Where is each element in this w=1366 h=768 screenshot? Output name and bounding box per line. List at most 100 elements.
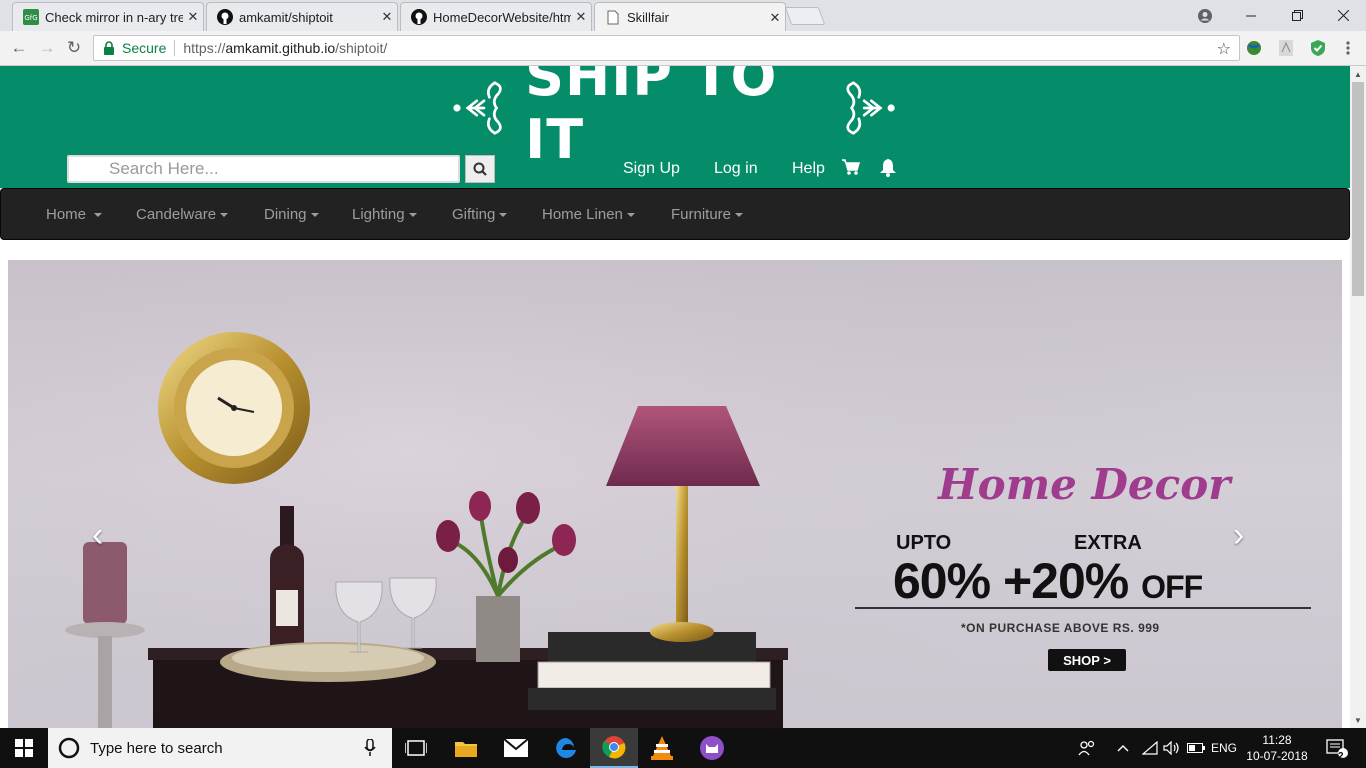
caret-down-icon bbox=[499, 213, 508, 218]
browser-tab-bar: GfG Check mirror in n-ary tree ✕ amkamit… bbox=[0, 0, 1366, 32]
signup-link[interactable]: Sign Up bbox=[623, 160, 680, 178]
windows-logo-icon bbox=[15, 739, 33, 757]
lock-icon bbox=[104, 41, 114, 55]
secure-label: Secure bbox=[122, 40, 167, 56]
nav-item-home[interactable]: Home bbox=[46, 206, 103, 223]
url-scheme: https:// bbox=[183, 40, 226, 56]
hero-carousel: Home Decor UPTO EXTRA 60% +20% OFF *ON P… bbox=[8, 260, 1342, 728]
taskbar-search[interactable]: Type here to search bbox=[48, 728, 392, 768]
menu-icon[interactable] bbox=[1339, 39, 1357, 57]
url-path: /shiptoit/ bbox=[335, 40, 388, 56]
close-icon[interactable]: ✕ bbox=[765, 10, 785, 26]
mail-icon[interactable] bbox=[492, 728, 540, 768]
tab-title: amkamit/shiptoit bbox=[239, 9, 333, 25]
url-host: amkamit.github.io bbox=[225, 40, 336, 56]
web-page: SHIP TO IT Search Here... Sign Up Log in… bbox=[0, 66, 1350, 728]
tab-0[interactable]: GfG Check mirror in n-ary tree ✕ bbox=[12, 2, 204, 31]
close-window-button[interactable] bbox=[1320, 0, 1366, 31]
login-link[interactable]: Log in bbox=[714, 160, 758, 178]
show-hidden-icons-icon[interactable] bbox=[1114, 728, 1132, 768]
clock-time: 11:28 bbox=[1262, 733, 1292, 747]
reload-button[interactable]: ↻ bbox=[63, 37, 85, 59]
tab-3[interactable]: Skillfair ✕ bbox=[594, 2, 786, 32]
nav-item-dining[interactable]: Dining bbox=[264, 206, 319, 223]
restore-button[interactable] bbox=[1274, 0, 1320, 31]
nav-item-furniture[interactable]: Furniture bbox=[671, 206, 744, 223]
tab-1[interactable]: amkamit/shiptoit ✕ bbox=[206, 2, 398, 31]
svg-text:GfG: GfG bbox=[24, 14, 37, 22]
nav-item-home-linen[interactable]: Home Linen bbox=[542, 206, 635, 223]
cortana-icon bbox=[58, 737, 80, 759]
nav-item-candelware[interactable]: Candelware bbox=[136, 206, 229, 223]
caret-down-icon bbox=[310, 213, 319, 218]
tab-title: Check mirror in n-ary tree bbox=[45, 9, 183, 25]
nav-label: Lighting bbox=[352, 206, 405, 223]
promo-divider bbox=[855, 607, 1311, 609]
app-cat-icon[interactable] bbox=[688, 728, 736, 768]
action-center-icon[interactable]: 2 bbox=[1322, 728, 1352, 768]
volume-icon[interactable] bbox=[1162, 728, 1182, 768]
cart-icon[interactable] bbox=[841, 158, 861, 181]
help-link[interactable]: Help bbox=[792, 160, 825, 178]
people-icon[interactable] bbox=[1076, 728, 1098, 768]
extension-shield-icon[interactable] bbox=[1309, 39, 1327, 57]
close-icon[interactable]: ✕ bbox=[183, 9, 203, 25]
microphone-icon[interactable] bbox=[364, 739, 376, 757]
nav-label: Home Linen bbox=[542, 206, 623, 223]
scroll-down-icon[interactable]: ▼ bbox=[1350, 712, 1366, 728]
promo-discount: 60% +20% OFF bbox=[893, 552, 1203, 610]
extension-globe-icon[interactable] bbox=[1245, 39, 1263, 57]
bell-icon[interactable] bbox=[879, 158, 897, 182]
extension-pdf-icon[interactable] bbox=[1277, 39, 1295, 57]
close-icon[interactable]: ✕ bbox=[377, 9, 397, 25]
close-icon[interactable]: ✕ bbox=[571, 9, 591, 25]
url-text: https://amkamit.github.io/shiptoit/ bbox=[183, 40, 387, 56]
nav-label: Gifting bbox=[452, 206, 496, 223]
gfg-icon: GfG bbox=[23, 9, 39, 25]
clock-date: 10-07-2018 bbox=[1246, 749, 1308, 763]
profile-icon[interactable] bbox=[1182, 0, 1228, 31]
minimize-button[interactable] bbox=[1228, 0, 1274, 31]
logo-text: SHIP TO IT bbox=[525, 66, 778, 171]
search-input[interactable]: Search Here... bbox=[67, 155, 460, 183]
new-tab-button[interactable] bbox=[784, 7, 826, 25]
edge-browser-icon[interactable] bbox=[542, 728, 590, 768]
notification-count: 2 bbox=[1338, 751, 1344, 762]
carousel-prev-icon[interactable]: ‹ bbox=[92, 516, 103, 555]
taskbar-search-placeholder: Type here to search bbox=[90, 739, 223, 757]
file-explorer-icon[interactable] bbox=[442, 728, 490, 768]
page-scrollbar[interactable]: ▲ ▼ bbox=[1350, 66, 1366, 728]
tab-title: Skillfair bbox=[627, 10, 669, 25]
shop-button[interactable]: SHOP > bbox=[1048, 649, 1126, 671]
caret-down-icon bbox=[220, 213, 229, 218]
windows-start-button[interactable] bbox=[0, 728, 48, 768]
caret-down-icon bbox=[626, 213, 635, 218]
nav-item-lighting[interactable]: Lighting bbox=[352, 206, 417, 223]
chrome-icon[interactable] bbox=[590, 728, 638, 768]
wifi-icon[interactable] bbox=[1140, 728, 1160, 768]
scroll-up-icon[interactable]: ▲ bbox=[1350, 66, 1366, 82]
bookmark-star-icon[interactable]: ☆ bbox=[1217, 39, 1231, 59]
search-button[interactable] bbox=[465, 155, 495, 183]
divider bbox=[174, 40, 176, 56]
site-logo[interactable]: SHIP TO IT bbox=[448, 66, 900, 171]
promo-title: Home Decor bbox=[938, 460, 1231, 509]
discount-extra: +20% bbox=[1002, 553, 1129, 609]
taskbar-clock[interactable]: 11:28 10-07-2018 bbox=[1244, 732, 1310, 764]
scrollbar-thumb[interactable] bbox=[1352, 82, 1364, 296]
tab-2[interactable]: HomeDecorWebsite/html ✕ bbox=[400, 2, 592, 31]
forward-button[interactable]: → bbox=[36, 37, 58, 59]
carousel-next-icon[interactable]: › bbox=[1233, 516, 1244, 555]
battery-icon[interactable] bbox=[1186, 728, 1206, 768]
promo-note: *ON PURCHASE ABOVE RS. 999 bbox=[961, 621, 1160, 635]
address-bar[interactable]: Secure https://amkamit.github.io/shiptoi… bbox=[93, 35, 1240, 61]
nav-item-gifting[interactable]: Gifting bbox=[452, 206, 508, 223]
task-view-icon[interactable] bbox=[392, 728, 440, 768]
nav-label: Home bbox=[46, 206, 87, 223]
language-indicator[interactable]: ENG bbox=[1210, 728, 1238, 768]
vlc-icon[interactable] bbox=[638, 728, 686, 768]
caret-down-icon bbox=[408, 213, 417, 218]
back-button[interactable]: ← bbox=[8, 37, 30, 59]
flourish-left-icon bbox=[453, 81, 502, 135]
caret-down-icon bbox=[94, 213, 103, 218]
